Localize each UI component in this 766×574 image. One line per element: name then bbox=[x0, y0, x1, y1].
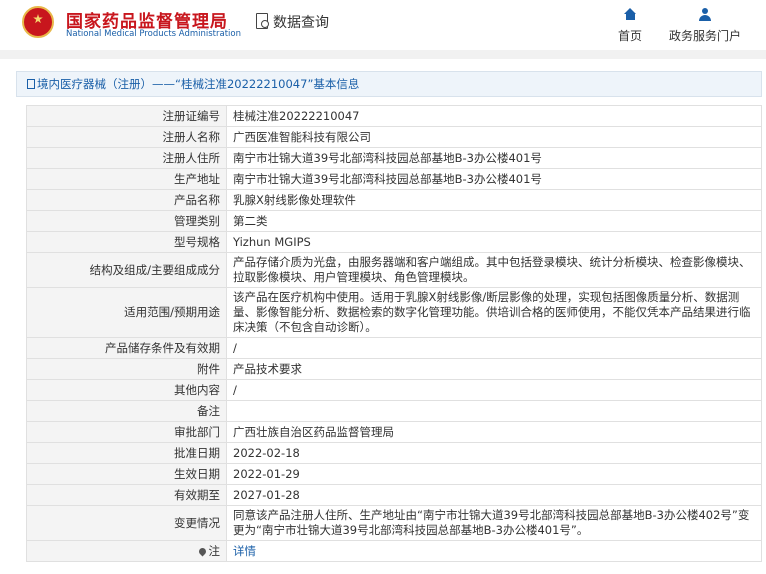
table-row: 生效日期 2022-01-29 bbox=[26, 463, 762, 485]
org-name-en: National Medical Products Administration bbox=[66, 29, 241, 39]
nmpa-emblem-icon bbox=[22, 6, 54, 38]
row-key: 适用范围/预期用途 bbox=[26, 287, 227, 338]
nav-home-label: 首页 bbox=[617, 29, 642, 43]
row-key: 生产地址 bbox=[26, 168, 227, 190]
row-value: 2022-01-29 bbox=[226, 463, 762, 485]
nav-home-link[interactable]: 首页 bbox=[615, 8, 645, 44]
row-value: 2022-02-18 bbox=[226, 442, 762, 464]
row-value: 广西壮族自治区药品监督管理局 bbox=[226, 421, 762, 443]
table-row: 适用范围/预期用途 该产品在医疗机构中使用。适用于乳腺X射线影像/断层影像的处理，… bbox=[26, 287, 762, 338]
row-key: 变更情况 bbox=[26, 505, 227, 541]
data-query-title: 数据查询 bbox=[273, 15, 329, 31]
table-row: 产品名称 乳腺X射线影像处理软件 bbox=[26, 189, 762, 211]
row-key: 产品名称 bbox=[26, 189, 227, 211]
table-row: 注册证编号 桂械注准20222210047 bbox=[26, 105, 762, 127]
document-icon bbox=[27, 79, 35, 89]
site-header: 国家药品监督管理局 National Medical Products Admi… bbox=[0, 0, 766, 50]
row-value bbox=[226, 400, 762, 422]
table-row: 备注 bbox=[26, 400, 762, 422]
row-key: 管理类别 bbox=[26, 210, 227, 232]
user-icon bbox=[698, 8, 712, 22]
location-pin-icon bbox=[197, 546, 207, 556]
table-row: 附件 产品技术要求 bbox=[26, 358, 762, 380]
row-value: 南宁市壮锦大道39号北部湾科技园总部基地B-3办公楼401号 bbox=[226, 168, 762, 190]
row-value: 该产品在医疗机构中使用。适用于乳腺X射线影像/断层影像的处理，实现包括图像质量分… bbox=[226, 287, 762, 338]
table-row: 型号规格 Yizhun MGIPS bbox=[26, 231, 762, 253]
row-key: 批准日期 bbox=[26, 442, 227, 464]
table-row: 产品储存条件及有效期 / bbox=[26, 337, 762, 359]
row-value: / bbox=[226, 337, 762, 359]
row-value: 乳腺X射线影像处理软件 bbox=[226, 189, 762, 211]
row-value: 广西医准智能科技有限公司 bbox=[226, 126, 762, 148]
table-row: 管理类别 第二类 bbox=[26, 210, 762, 232]
table-row: 生产地址 南宁市壮锦大道39号北部湾科技园总部基地B-3办公楼401号 bbox=[26, 168, 762, 190]
row-value: / bbox=[226, 379, 762, 401]
table-row: 审批部门 广西壮族自治区药品监督管理局 bbox=[26, 421, 762, 443]
row-value: 桂械注准20222210047 bbox=[226, 105, 762, 127]
breadcrumb-text: 境内医疗器械（注册）——“桂械注准20222210047”基本信息 bbox=[37, 77, 360, 91]
row-key: 注册人名称 bbox=[26, 126, 227, 148]
row-value: 2027-01-28 bbox=[226, 484, 762, 506]
row-key: 附件 bbox=[26, 358, 227, 380]
table-row: 变更情况 同意该产品注册人住所、生产地址由“南宁市壮锦大道39号北部湾科技园总部基… bbox=[26, 505, 762, 541]
table-row: 批准日期 2022-02-18 bbox=[26, 442, 762, 464]
row-key: 产品储存条件及有效期 bbox=[26, 337, 227, 359]
row-value: 产品存储介质为光盘，由服务器端和客户端组成。其中包括登录模块、统计分析模块、检查… bbox=[226, 252, 762, 288]
row-value: 同意该产品注册人住所、生产地址由“南宁市壮锦大道39号北部湾科技园总部基地B-3… bbox=[226, 505, 762, 541]
table-row: 结构及组成/主要组成成分 产品存储介质为光盘，由服务器端和客户端组成。其中包括登录… bbox=[26, 252, 762, 288]
row-value: 南宁市壮锦大道39号北部湾科技园总部基地B-3办公楼401号 bbox=[226, 147, 762, 169]
row-value: 产品技术要求 bbox=[226, 358, 762, 380]
row-value: Yizhun MGIPS bbox=[226, 231, 762, 253]
table-row: 有效期至 2027-01-28 bbox=[26, 484, 762, 506]
table-row: 其他内容 / bbox=[26, 379, 762, 401]
row-key: 其他内容 bbox=[26, 379, 227, 401]
details-link[interactable]: 详情 bbox=[233, 544, 256, 558]
row-key: 结构及组成/主要组成成分 bbox=[26, 252, 227, 288]
row-key: 有效期至 bbox=[26, 484, 227, 506]
row-value: 详情 bbox=[226, 540, 762, 562]
nav-gov-service-link[interactable]: 政务服务门户 bbox=[665, 8, 745, 44]
row-key: 备注 bbox=[26, 400, 227, 422]
home-icon bbox=[623, 8, 637, 22]
row-key: 注册人住所 bbox=[26, 147, 227, 169]
row-key: 型号规格 bbox=[26, 231, 227, 253]
nav-gov-service-label: 政务服务门户 bbox=[668, 29, 741, 43]
table-row: 注册人名称 广西医准智能科技有限公司 bbox=[26, 126, 762, 148]
data-query-icon bbox=[256, 13, 269, 29]
table-row: 注册人住所 南宁市壮锦大道39号北部湾科技园总部基地B-3办公楼401号 bbox=[26, 147, 762, 169]
row-value: 第二类 bbox=[226, 210, 762, 232]
row-key: 审批部门 bbox=[26, 421, 227, 443]
row-key: 注 bbox=[26, 540, 227, 562]
header-divider bbox=[0, 50, 766, 59]
row-key: 注册证编号 bbox=[26, 105, 227, 127]
table-row: 注 详情 bbox=[26, 540, 762, 562]
note-label: 注 bbox=[208, 543, 221, 558]
row-key: 生效日期 bbox=[26, 463, 227, 485]
breadcrumb: 境内医疗器械（注册）——“桂械注准20222210047”基本信息 bbox=[16, 71, 762, 97]
detail-table: 注册证编号 桂械注准20222210047 注册人名称 广西医准智能科技有限公司 注… bbox=[26, 105, 762, 562]
